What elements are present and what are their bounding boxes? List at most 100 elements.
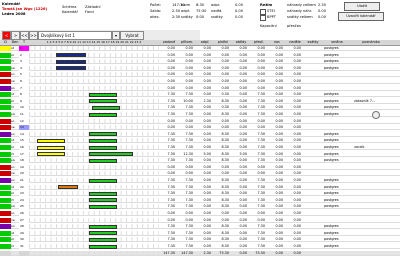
table-row[interactable]: po 28 7.30 7.30 0.00 8.30 0.00 7.30 0.00 0.00 post…	[0, 224, 400, 230]
table-row[interactable]: ne 20 0.00 0.00 0.00 0.00 0.00 0.00 0.00 0.00	[0, 171, 400, 177]
table-row[interactable]: út 22 7.30 7.30 0.00 8.30 0.00 7.30 0.00 0.00 post…	[0, 184, 400, 190]
col-poznamka[interactable]: poznámka	[352, 40, 390, 45]
table-row[interactable]: so 5 0.00 0.00 0.00 0.00 0.00 0.00 0.00 0.00	[0, 72, 400, 78]
gantt-cell[interactable]	[29, 85, 159, 91]
table-row[interactable]: čt 17 7.30 12.30 5.00 8.30 5.00 7.30 0.00 0.00 pos…	[0, 151, 400, 157]
shift-bar[interactable]	[92, 105, 120, 110]
table-row[interactable]: st 9 7.30 10:00 2.30 8.30 0.00 7.30 0.00 0.00 post…	[0, 98, 400, 104]
gantt-cell[interactable]	[29, 72, 159, 78]
gantt-cell[interactable]	[29, 158, 159, 164]
gantt-cell[interactable]	[29, 125, 159, 131]
mode-checkbox-2[interactable]	[260, 15, 266, 21]
col-d[interactable]: D	[0, 40, 11, 45]
gantt-cell[interactable]	[29, 171, 159, 177]
gantt-cell[interactable]	[29, 145, 159, 150]
shift-bar[interactable]	[56, 53, 86, 58]
table-row[interactable]: po 7 0.00 0.00 0.00 0.00 0.00 0.00 0.00 0.00	[0, 85, 400, 91]
shift-bar[interactable]	[89, 158, 117, 163]
table-row[interactable]: ne 27 0.00 0.00 0.00 0.00 0.00 0.00 0.00 0.00	[0, 217, 400, 223]
shift-bar[interactable]	[89, 132, 117, 137]
table-row[interactable]: čt 10 7.30 7.30 0.00 0.30 0.00 7.30 0.00 0.00 post…	[0, 105, 400, 111]
shift-bar[interactable]	[89, 152, 133, 157]
gantt-cell[interactable]	[29, 112, 159, 117]
shift-bar[interactable]	[37, 152, 65, 157]
shift-bar[interactable]	[56, 59, 86, 64]
gantt-cell[interactable]	[29, 118, 159, 124]
info-icon[interactable]	[372, 111, 380, 119]
table-row[interactable]: po 14 7.30 7.30 0.00 8.30 0.00 7.30 0.00 0.00 post…	[0, 131, 400, 137]
table-row[interactable]: so 12 0.00 0.00 0.00 0.00 0.00 0.00 0.00 0.00	[0, 118, 400, 124]
gantt-cell[interactable]	[29, 131, 159, 137]
table-row[interactable]: po 21 7.30 7.30 0.00 8.30 0.00 7.30 0.00 0.00 post…	[0, 178, 400, 183]
gantt-cell[interactable]	[29, 92, 159, 98]
gantt-cell[interactable]	[29, 178, 159, 183]
note-cell[interactable]: zákazník 7...	[354, 99, 375, 104]
table-row[interactable]: pá 11 7.30 7.30 0.00 8.30 0.00 7.30 0.00 0.00 post…	[0, 112, 400, 117]
chevron-down-icon[interactable]: ▾	[112, 31, 120, 40]
col-smena[interactable]: směna	[322, 40, 352, 45]
table-row[interactable]: pá 25 7.30 7.30 0.00 8.30 0.00 7.30 0.00 0.00 post…	[0, 204, 400, 210]
table-row[interactable]: ne 6 0.00 0.00 0.00 0.00 0.00 0.00 0.00 0.00	[0, 79, 400, 84]
gantt-cell[interactable]	[29, 244, 159, 249]
first-button[interactable]: <<	[20, 31, 29, 40]
table-row[interactable]: út 15 7.30 7.30 0.00 8.30 0.00 7.30 0.00 0.00 post…	[0, 138, 400, 144]
gantt-cell[interactable]	[29, 211, 159, 216]
col-t[interactable]: T	[19, 40, 29, 45]
shift-bar[interactable]	[58, 185, 78, 190]
col-svatky[interactable]: svátky	[304, 40, 322, 45]
shift-bar[interactable]	[89, 112, 117, 117]
shift-bar[interactable]	[89, 99, 117, 104]
table-row[interactable]: čt 3 0.00 0.00 0.00 0.00 0.00 0.00 0.00 0.00 postg…	[0, 59, 400, 65]
col-pritom[interactable]: přítom.	[178, 40, 196, 45]
table-row[interactable]: 147.30 147.30 2.30 75.30 0.00 75.30 0.00 0.00	[0, 250, 400, 256]
gantt-cell[interactable]	[29, 52, 159, 58]
shift-bar[interactable]	[89, 237, 117, 242]
col-zadane[interactable]: zadané	[160, 40, 178, 45]
table-row[interactable]: st 23 7.30 7.30 0.00 8.30 0.00 7.30 0.00 0.00 post…	[0, 191, 400, 197]
col-obedy[interactable]: obědy	[232, 40, 250, 45]
shift-bar[interactable]	[89, 92, 117, 97]
table-row[interactable]: út 1 0.00 0.00 0.00 0.00 0.00 0.00 0.00 0.00 postg…	[0, 46, 400, 51]
gantt-cell[interactable]	[29, 204, 159, 210]
col-nedele[interactable]: neděle	[286, 40, 304, 45]
col-day[interactable]: Den	[11, 40, 19, 45]
shift-bar[interactable]	[89, 244, 117, 249]
shift-bar[interactable]	[89, 224, 117, 229]
prev-button[interactable]: <	[2, 31, 11, 40]
table-row[interactable]: so 19 0.00 0.00 0.00 0.00 0.00 0.00 0.00 0.00	[0, 164, 400, 170]
shift-bar[interactable]	[37, 145, 65, 150]
gantt-cell[interactable]	[29, 138, 159, 144]
table-row[interactable]: ne 13 0.00 0.00 0.00 0.00 0.00 0.00 0.00 0.00	[0, 125, 400, 131]
gantt-cell[interactable]	[29, 197, 159, 203]
gantt-cell[interactable]	[29, 65, 159, 71]
table-row[interactable]: út 8 7.30 7.30 0.00 0.30 0.00 7.30 0.00 0.00 postg…	[0, 92, 400, 98]
note-cell[interactable]: voraik	[354, 145, 364, 150]
gantt-cell[interactable]	[29, 79, 159, 84]
col-odpr[interactable]: odpř.	[196, 40, 214, 45]
gantt-cell[interactable]	[29, 184, 159, 190]
shift-bar[interactable]	[89, 178, 117, 183]
shift-bar[interactable]	[89, 145, 117, 150]
shift-bar[interactable]	[89, 138, 117, 143]
col-noc[interactable]: noc	[268, 40, 286, 45]
shift-bar[interactable]	[89, 231, 117, 236]
gantt-cell[interactable]	[29, 98, 159, 104]
col-prescas[interactable]: přesč.	[250, 40, 268, 45]
table-row[interactable]: čt 31 7.30 7.30 0.00 8.30 0.00 7.30 0.00 0.00 post…	[0, 244, 400, 249]
shift-bar[interactable]	[37, 138, 65, 143]
table-row[interactable]: pá 18 7.30 7.30 0.00 8.30 0.00 7.30 0.00 0.00 post…	[0, 158, 400, 164]
gantt-cell[interactable]	[29, 250, 159, 256]
shift-bar[interactable]	[56, 66, 86, 71]
gantt-cell[interactable]	[29, 151, 159, 157]
gantt-cell[interactable]	[29, 105, 159, 111]
gantt-cell[interactable]	[29, 230, 159, 236]
gantt-cell[interactable]	[29, 59, 159, 65]
table-row[interactable]: st 30 7.30 7.30 0.00 8.30 0.00 7.30 0.00 0.00 post…	[0, 237, 400, 243]
last-button[interactable]: >>	[29, 31, 38, 40]
table-row[interactable]: čt 24 7.30 7.30 0.00 8.30 0.00 7.30 0.00 0.00 post…	[0, 197, 400, 203]
gantt-cell[interactable]	[29, 191, 159, 197]
table-row[interactable]: so 26 0.00 0.00 0.00 0.00 0.00 0.00 0.00 0.00	[0, 211, 400, 216]
table-row[interactable]: st 2 0.00 0.00 0.00 0.00 0.00 0.00 0.00 0.00 postg…	[0, 52, 400, 58]
gantt-cell[interactable]	[29, 46, 159, 51]
shift-bar[interactable]	[89, 198, 117, 203]
